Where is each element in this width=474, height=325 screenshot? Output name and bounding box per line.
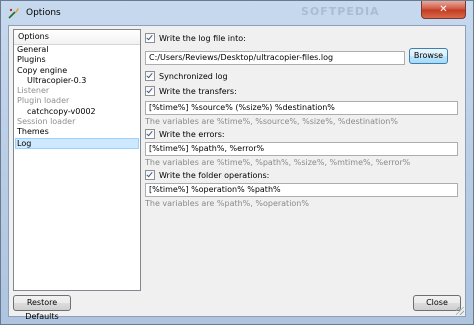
options-window: Options SOFTPEDIA ✕ Options General Plug…: [0, 0, 474, 325]
options-nav-list[interactable]: Options General Plugins Copy engine Ultr…: [13, 29, 141, 291]
nav-item-copy-engine[interactable]: Copy engine: [14, 66, 140, 76]
dialog-body: Options General Plugins Copy engine Ultr…: [8, 25, 466, 321]
synchronized-log-checkbox[interactable]: [145, 70, 155, 81]
nav-item-ultracopier[interactable]: Ultracopier-0.3: [14, 76, 140, 86]
write-transfers-label: Write the transfers:: [159, 87, 237, 96]
folder-ops-variables-hint: The variables are %path%, %operation%: [145, 199, 309, 208]
write-errors-checkbox-row[interactable]: Write the errors:: [145, 128, 225, 140]
transfers-format-input[interactable]: [%time%] %source% (%size%) %destination%: [145, 101, 458, 115]
nav-item-session-loader: Session loader: [17, 117, 76, 127]
close-icon: ✕: [439, 4, 448, 15]
log-path-input[interactable]: C:/Users/Reviews/Desktop/ultracopier-fil…: [145, 51, 405, 65]
nav-item-general[interactable]: General: [14, 45, 140, 55]
browse-button[interactable]: Browse: [409, 48, 448, 64]
window-title: Options: [26, 8, 61, 18]
app-icon: [8, 8, 19, 19]
nav-item-themes[interactable]: Themes: [14, 127, 140, 137]
folder-ops-format-input[interactable]: [%time%] %operation% %path%: [145, 183, 458, 197]
write-log-checkbox[interactable]: [145, 32, 155, 43]
write-errors-label: Write the errors:: [159, 130, 225, 139]
resize-grip[interactable]: [456, 307, 464, 315]
nav-item-plugins[interactable]: Plugins: [14, 55, 140, 65]
nav-item-listener: Listener: [17, 86, 50, 96]
log-settings-panel: Write the log file into: C:/Users/Review…: [145, 29, 461, 291]
write-folder-ops-checkbox-row[interactable]: Write the folder operations:: [145, 169, 270, 181]
transfers-variables-hint: The variables are %time%, %source%, %siz…: [145, 117, 398, 126]
write-log-label: Write the log file into:: [159, 34, 246, 43]
window-close-button[interactable]: ✕: [421, 1, 466, 19]
errors-variables-hint: The variables are %time%, %path%, %size%…: [145, 158, 411, 167]
close-button[interactable]: Close: [413, 295, 461, 311]
nav-item-plugin-loader: Plugin loader: [17, 96, 70, 106]
write-folder-ops-checkbox[interactable]: [145, 169, 155, 180]
restore-defaults-button[interactable]: Restore Defaults: [13, 295, 71, 321]
watermark: SOFTPEDIA: [301, 5, 380, 18]
nav-item-catchcopy[interactable]: catchcopy-v0002: [14, 107, 140, 117]
synchronized-log-label: Synchronized log: [159, 72, 228, 81]
write-transfers-checkbox[interactable]: [145, 85, 155, 96]
synchronized-log-checkbox-row[interactable]: Synchronized log: [145, 70, 228, 82]
title-bar[interactable]: Options SOFTPEDIA ✕: [1, 1, 473, 25]
nav-item-log[interactable]: Log: [15, 137, 139, 149]
write-log-checkbox-row[interactable]: Write the log file into:: [145, 32, 246, 44]
write-errors-checkbox[interactable]: [145, 128, 155, 139]
write-transfers-checkbox-row[interactable]: Write the transfers:: [145, 85, 237, 97]
nav-list-header: Options: [14, 30, 140, 45]
write-folder-ops-label: Write the folder operations:: [159, 171, 270, 180]
errors-format-input[interactable]: [%time%] %path%, %error%: [145, 142, 458, 156]
